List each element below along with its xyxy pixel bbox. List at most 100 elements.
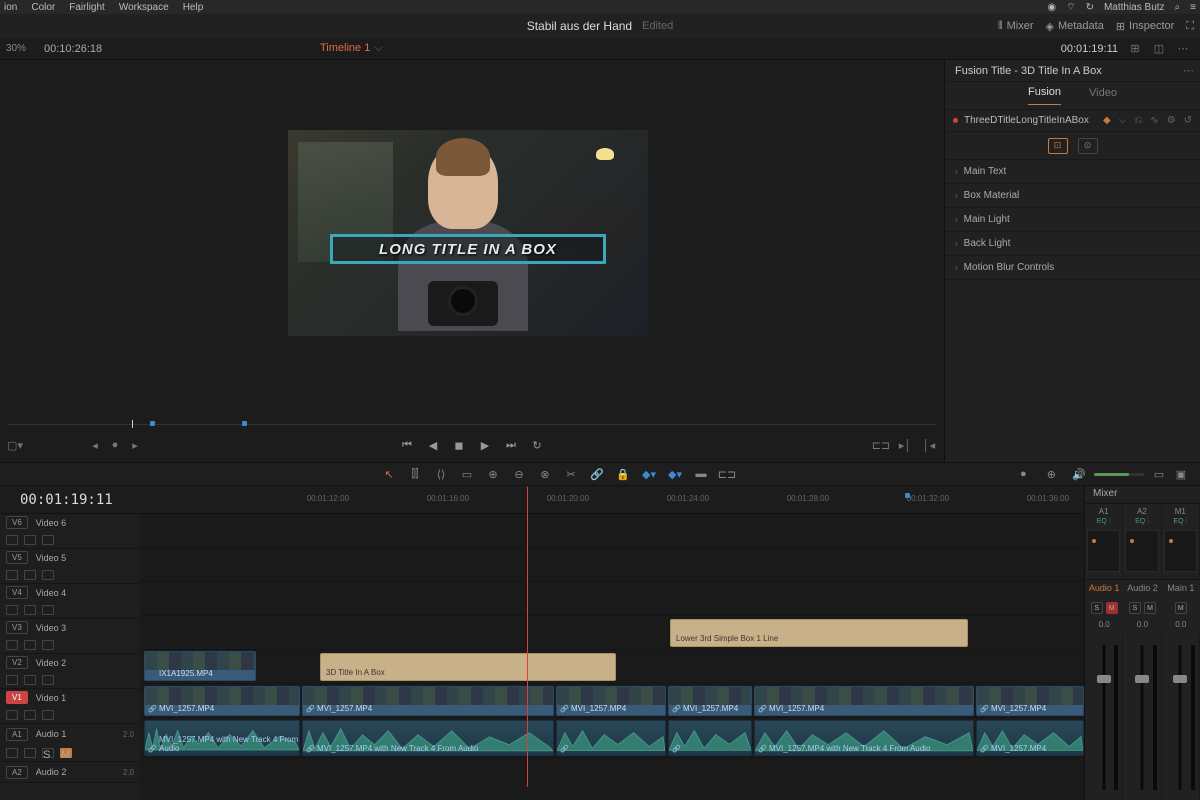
mute-toggle[interactable]: M	[60, 748, 72, 758]
mixer-chan-m1[interactable]: M1EQ ⫶	[1162, 504, 1200, 579]
dim-icon[interactable]: ▭	[1152, 467, 1166, 481]
audio-tab[interactable]: Main 1	[1162, 580, 1200, 598]
dynamic-trim-icon[interactable]: ⟨⟩	[434, 467, 448, 481]
title-overlay[interactable]: LONG TITLE IN A BOX	[330, 234, 606, 264]
more-icon[interactable]: ⋯	[1176, 42, 1190, 56]
play-reverse-icon[interactable]: ◀	[426, 438, 440, 452]
timeline-timecode[interactable]: 00:01:19:11	[20, 492, 113, 508]
disable-toggle[interactable]	[42, 535, 54, 545]
controls-icon[interactable]: ⊡	[1048, 138, 1068, 154]
clip-video[interactable]: IX1A1925.MP4	[144, 651, 256, 681]
clip-audio[interactable]: 🔗	[668, 720, 752, 756]
solo-button[interactable]: S	[1129, 602, 1141, 614]
mixer-chan-a1[interactable]: A1EQ ⫶	[1085, 504, 1123, 579]
lane-v5[interactable]	[140, 548, 1084, 582]
zoom-slider-dot[interactable]: ●	[1016, 467, 1030, 481]
overwrite-icon[interactable]: ⊖	[512, 467, 526, 481]
solo-button[interactable]: S	[1091, 602, 1103, 614]
track-lanes[interactable]: Lower 3rd Simple Box 1 Line IX1A1925.MP4…	[140, 514, 1084, 800]
lane-a1[interactable]: 🔗MVI_1257.MP4 with New Track 4 From Audi…	[140, 718, 1084, 758]
viewer-zoom[interactable]: 30%	[6, 43, 26, 54]
lane-v3[interactable]: Lower 3rd Simple Box 1 Line	[140, 616, 1084, 650]
track-header-v4[interactable]: V4Video 4	[0, 584, 140, 619]
zoom-in-icon[interactable]: ⊕	[1044, 467, 1058, 481]
trim-tool-icon[interactable]: ⫿⫿	[408, 467, 422, 481]
mute-button[interactable]: M	[1175, 602, 1187, 614]
track-header-v6[interactable]: V6Video 6	[0, 514, 140, 549]
search-icon[interactable]: ⌕	[1175, 2, 1181, 13]
menu-icon[interactable]: ≡	[1190, 2, 1196, 13]
fader-a1[interactable]	[1085, 635, 1123, 800]
menu-item[interactable]: ion	[4, 2, 17, 13]
mixer-chan-a2[interactable]: A2EQ ⫶	[1123, 504, 1161, 579]
step-fwd-icon[interactable]: ▸│	[898, 438, 912, 452]
selection-tool-icon[interactable]: ↖	[382, 467, 396, 481]
snapping-icon[interactable]: ⊏⊐	[720, 467, 734, 481]
first-frame-icon[interactable]: ⏮	[400, 438, 414, 452]
match-frame-icon[interactable]: ⊏⊐	[874, 438, 888, 452]
split-icon[interactable]: ◫	[1152, 42, 1166, 56]
insert-icon[interactable]: ⊕	[486, 467, 500, 481]
clip-video[interactable]: 🔗MVI_1257.MP4	[976, 686, 1084, 716]
clip-audio[interactable]: 🔗MVI_1257.MP4 with New Track 4 From Audi…	[754, 720, 974, 756]
last-frame-icon[interactable]: ⏭	[504, 438, 518, 452]
viewer-scrubber[interactable]	[8, 416, 936, 430]
clip-video[interactable]: 🔗MVI_1257.MP4	[302, 686, 554, 716]
menu-item[interactable]: Fairlight	[69, 2, 105, 13]
reset-icon[interactable]: ↺	[1184, 115, 1192, 126]
section-box-material[interactable]: ›Box Material	[945, 184, 1200, 208]
replace-icon[interactable]: ⊗	[538, 467, 552, 481]
track-header-a2[interactable]: A2Audio 22.0	[0, 762, 140, 783]
clip-video[interactable]: 🔗MVI_1257.MP4	[754, 686, 974, 716]
volume-icon[interactable]: 🔊	[1072, 468, 1086, 481]
timeline-selector[interactable]: Timeline 1⌵	[320, 42, 383, 55]
blade-tool-icon[interactable]: ▭	[460, 467, 474, 481]
lock-toggle[interactable]	[6, 535, 18, 545]
clip-title[interactable]: 3D Title In A Box	[320, 653, 616, 681]
audio-tab[interactable]: Audio 1	[1085, 580, 1123, 598]
eq-graph[interactable]	[1125, 530, 1158, 572]
clip-audio[interactable]: 🔗MVI_1257.MP4 with New Track 4 From Audi…	[144, 720, 300, 756]
clip-title[interactable]: Lower 3rd Simple Box 1 Line	[670, 619, 968, 647]
lane-v2[interactable]: IX1A1925.MP4 3D Title In A Box	[140, 650, 1084, 684]
more-icon[interactable]: ⋯	[1183, 64, 1194, 77]
section-motion-blur[interactable]: ›Motion Blur Controls	[945, 256, 1200, 280]
track-header-v2[interactable]: V2Video 2	[0, 654, 140, 689]
clip-video[interactable]: 🔗MVI_1257.MP4	[668, 686, 752, 716]
loop-icon[interactable]: ↻	[530, 438, 544, 452]
playhead-mark[interactable]	[132, 420, 133, 428]
track-header-v3[interactable]: V3Video 3	[0, 619, 140, 654]
lane-v6[interactable]	[140, 514, 1084, 548]
chevron-down-icon[interactable]: ⌵	[1119, 115, 1127, 126]
prev-icon[interactable]: ◂	[88, 438, 102, 452]
clip-video[interactable]: 🔗MVI_1257.MP4	[556, 686, 666, 716]
marker-icon[interactable]: ◆▾	[668, 467, 682, 481]
settings-icon[interactable]: ⚙	[1167, 115, 1176, 126]
inspector-toggle[interactable]: ⊞Inspector	[1116, 20, 1174, 33]
mute-button[interactable]: M	[1106, 602, 1118, 614]
flag-icon[interactable]: ◆▾	[642, 467, 656, 481]
link-icon[interactable]: 🔗	[590, 467, 604, 481]
step-back-icon[interactable]: │◂	[922, 438, 936, 452]
viewer-options-icon[interactable]: ▢▾	[8, 438, 22, 452]
play-icon[interactable]: ▶	[478, 438, 492, 452]
marker[interactable]	[905, 493, 910, 498]
expand-icon[interactable]: ⛶	[1186, 20, 1194, 33]
eq-graph[interactable]	[1164, 530, 1197, 572]
gallery-icon[interactable]: ⊞	[1128, 42, 1142, 56]
clip-video[interactable]: 🔗MVI_1257.MP4	[144, 686, 300, 716]
clip-audio[interactable]: 🔗	[556, 720, 666, 756]
clip-audio[interactable]: 🔗MVI_1257.MP4	[976, 720, 1084, 756]
tab-video[interactable]: Video	[1089, 87, 1117, 105]
eq-graph[interactable]	[1087, 530, 1120, 572]
user-name[interactable]: Matthias Butz	[1104, 2, 1165, 13]
stop-icon[interactable]: ◼	[452, 438, 466, 452]
track-header-v1[interactable]: V1Video 1	[0, 689, 140, 724]
playhead-line[interactable]	[527, 487, 528, 787]
track-header-a1[interactable]: A1Audio 12.0SM	[0, 724, 140, 762]
fader-m1[interactable]	[1162, 635, 1200, 800]
fader-a2[interactable]	[1123, 635, 1161, 800]
audio-tab[interactable]: Audio 2	[1123, 580, 1161, 598]
mute-icon[interactable]: ▣	[1174, 467, 1188, 481]
dot-icon[interactable]: ●	[108, 438, 122, 452]
